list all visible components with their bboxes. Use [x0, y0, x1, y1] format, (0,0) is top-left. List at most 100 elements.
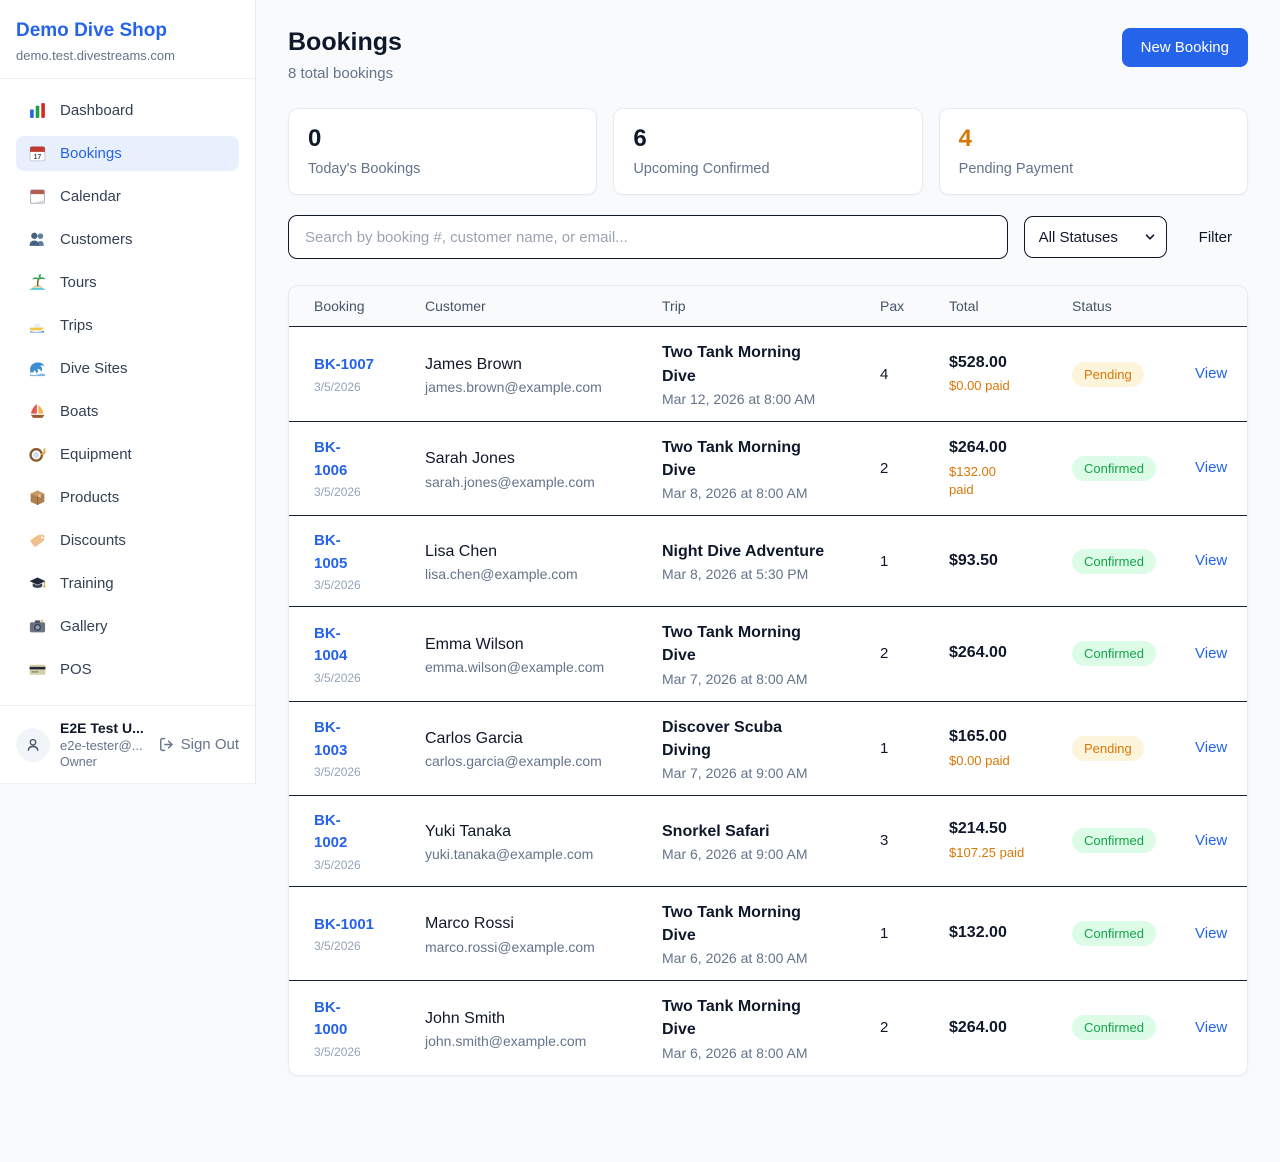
- booking-date: 3/5/2026: [314, 1045, 417, 1059]
- sidebar-item-equipment[interactable]: Equipment: [16, 437, 239, 472]
- view-link[interactable]: View: [1195, 552, 1227, 569]
- booking-link[interactable]: BK-1006: [314, 437, 347, 482]
- booking-link[interactable]: BK-1001: [314, 914, 374, 937]
- paid-amount: $0.00 paid: [949, 752, 1064, 770]
- status-select[interactable]: All Statuses: [1024, 216, 1167, 258]
- sidebar-item-label: Training: [60, 575, 114, 592]
- table-row: BK-1005 3/5/2026 Lisa Chen lisa.chen@exa…: [289, 516, 1247, 607]
- booking-date: 3/5/2026: [314, 578, 417, 592]
- pax-count: 2: [880, 981, 949, 1075]
- sidebar-nav: Dashboard 17 Bookings Calendar Customers…: [0, 79, 255, 705]
- status-badge: Confirmed: [1072, 828, 1156, 853]
- sidebar: Demo Dive Shop demo.test.divestreams.com…: [0, 0, 256, 784]
- trip-datetime: Mar 6, 2026 at 9:00 AM: [662, 846, 872, 862]
- people-icon: [28, 230, 47, 249]
- table-row: BK-1000 3/5/2026 John Smith john.smith@e…: [289, 981, 1247, 1075]
- search-input[interactable]: [288, 215, 1008, 259]
- user-email: e2e-tester@...: [60, 738, 148, 753]
- view-link[interactable]: View: [1195, 739, 1227, 756]
- sidebar-item-dashboard[interactable]: Dashboard: [16, 93, 239, 128]
- view-link[interactable]: View: [1195, 365, 1227, 382]
- view-link[interactable]: View: [1195, 925, 1227, 942]
- trip-datetime: Mar 7, 2026 at 9:00 AM: [662, 765, 872, 781]
- view-link[interactable]: View: [1195, 832, 1227, 849]
- view-link[interactable]: View: [1195, 645, 1227, 662]
- table-row: BK-1002 3/5/2026 Yuki Tanaka yuki.tanaka…: [289, 795, 1247, 886]
- sidebar-item-label: Customers: [60, 231, 133, 248]
- customer-name: Lisa Chen: [425, 540, 654, 563]
- sidebar-item-label: Boats: [60, 403, 98, 420]
- col-booking: Booking: [289, 286, 425, 327]
- stat-value: 0: [308, 126, 577, 152]
- sidebar-item-label: Discounts: [60, 532, 126, 549]
- trip-name: Two Tank MorningDive: [662, 341, 872, 387]
- status-badge: Pending: [1072, 362, 1144, 387]
- booking-date: 3/5/2026: [314, 858, 417, 872]
- customer-name: Carlos Garcia: [425, 727, 654, 750]
- total-amount: $165.00: [949, 727, 1064, 748]
- total-amount: $528.00: [949, 353, 1064, 374]
- sidebar-item-dive-sites[interactable]: Dive Sites: [16, 351, 239, 386]
- sidebar-item-products[interactable]: Products: [16, 480, 239, 515]
- customer-email: carlos.garcia@example.com: [425, 753, 654, 769]
- booking-date: 3/5/2026: [314, 485, 417, 499]
- sidebar-item-label: Dive Sites: [60, 360, 128, 377]
- page-title: Bookings: [288, 28, 402, 57]
- booking-link[interactable]: BK-1002: [314, 810, 347, 855]
- sailboat-icon: [28, 402, 47, 421]
- sidebar-item-calendar[interactable]: Calendar: [16, 179, 239, 214]
- new-booking-button[interactable]: New Booking: [1122, 28, 1248, 67]
- graduation-cap-icon: [28, 574, 47, 593]
- status-badge: Confirmed: [1072, 549, 1156, 574]
- sign-out-button[interactable]: Sign Out: [158, 736, 239, 753]
- sidebar-header: Demo Dive Shop demo.test.divestreams.com: [0, 0, 255, 79]
- sidebar-item-tours[interactable]: Tours: [16, 265, 239, 300]
- customer-email: john.smith@example.com: [425, 1033, 654, 1049]
- status-badge: Confirmed: [1072, 1015, 1156, 1040]
- trip-name: Two Tank MorningDive: [662, 995, 872, 1041]
- sidebar-item-gallery[interactable]: Gallery: [16, 609, 239, 644]
- total-bookings-count: 8 total bookings: [288, 65, 402, 82]
- stat-label: Upcoming Confirmed: [633, 161, 902, 177]
- filter-button[interactable]: Filter: [1183, 229, 1248, 246]
- sidebar-item-training[interactable]: Training: [16, 566, 239, 601]
- speedboat-icon: [28, 316, 47, 335]
- main-content: Bookings 8 total bookings New Booking 0 …: [256, 0, 1280, 1106]
- customer-email: lisa.chen@example.com: [425, 566, 654, 582]
- status-badge: Confirmed: [1072, 921, 1156, 946]
- view-link[interactable]: View: [1195, 1019, 1227, 1036]
- customer-name: Sarah Jones: [425, 447, 654, 470]
- booking-link[interactable]: BK-1003: [314, 717, 347, 762]
- app: Demo Dive Shop demo.test.divestreams.com…: [0, 0, 1280, 1106]
- person-icon: [24, 736, 42, 754]
- sidebar-item-customers[interactable]: Customers: [16, 222, 239, 257]
- customer-name: Emma Wilson: [425, 633, 654, 656]
- col-total: Total: [949, 286, 1072, 327]
- booking-link[interactable]: BK-1007: [314, 354, 374, 377]
- sidebar-item-discounts[interactable]: Discounts: [16, 523, 239, 558]
- sidebar-item-bookings[interactable]: 17 Bookings: [16, 136, 239, 171]
- booking-date: 3/5/2026: [314, 671, 417, 685]
- wave-icon: [28, 359, 47, 378]
- stats-row: 0 Today's Bookings 6 Upcoming Confirmed …: [288, 108, 1248, 195]
- booking-link[interactable]: BK-1004: [314, 623, 347, 668]
- bookings-table: Booking Customer Trip Pax Total Status B…: [289, 286, 1247, 1074]
- customer-email: sarah.jones@example.com: [425, 474, 654, 490]
- sidebar-item-boats[interactable]: Boats: [16, 394, 239, 429]
- avatar: [16, 728, 50, 762]
- total-amount: $93.50: [949, 551, 1064, 572]
- customer-email: james.brown@example.com: [425, 379, 654, 395]
- view-link[interactable]: View: [1195, 459, 1227, 476]
- status-badge: Confirmed: [1072, 456, 1156, 481]
- customer-email: yuki.tanaka@example.com: [425, 846, 654, 862]
- table-row: BK-1006 3/5/2026 Sarah Jones sarah.jones…: [289, 421, 1247, 515]
- user-name: E2E Test U...: [60, 720, 148, 736]
- booking-link[interactable]: BK-1005: [314, 530, 347, 575]
- sign-out-label: Sign Out: [181, 736, 239, 753]
- stat-card: 6 Upcoming Confirmed: [613, 108, 922, 195]
- table-row: BK-1001 3/5/2026 Marco Rossi marco.rossi…: [289, 886, 1247, 980]
- sidebar-item-pos[interactable]: POS: [16, 652, 239, 687]
- booking-date: 3/5/2026: [314, 380, 417, 394]
- sidebar-item-trips[interactable]: Trips: [16, 308, 239, 343]
- booking-link[interactable]: BK-1000: [314, 997, 347, 1042]
